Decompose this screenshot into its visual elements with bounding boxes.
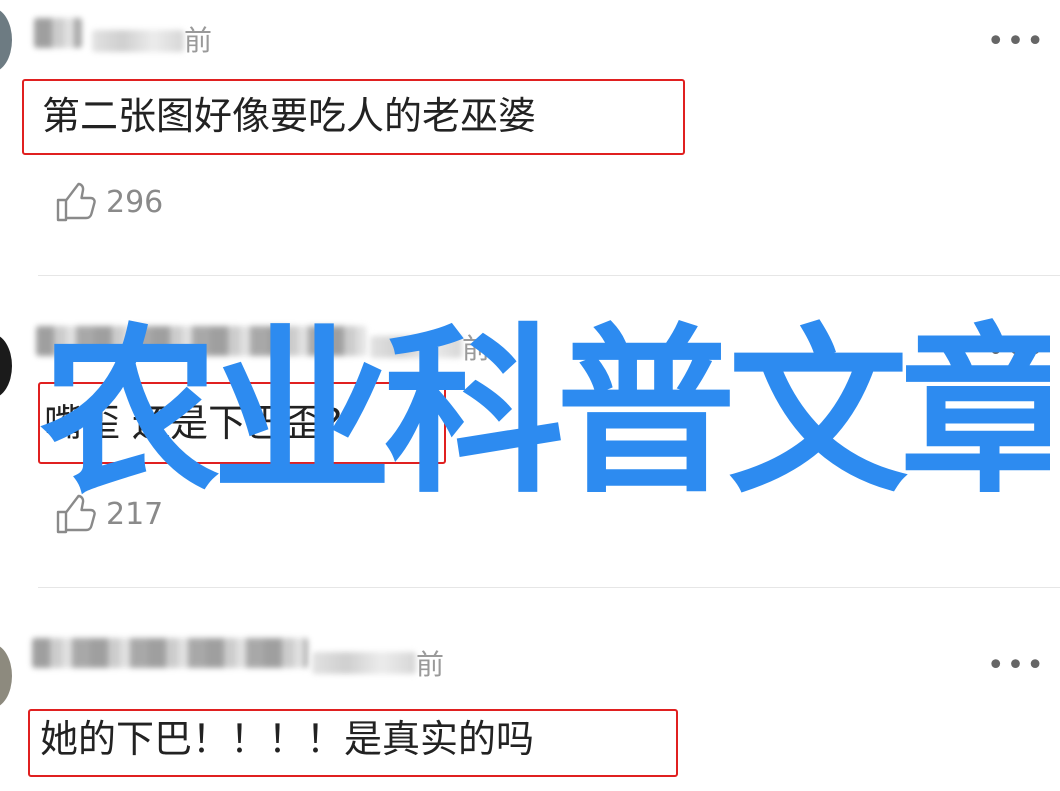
more-options-icon[interactable]: •••	[987, 27, 1046, 57]
avatar[interactable]	[0, 644, 12, 708]
timestamp-suffix: 前	[184, 24, 213, 57]
timestamp-blurred	[92, 30, 184, 52]
avatar[interactable]	[0, 8, 12, 72]
timestamp-blurred	[312, 652, 416, 674]
thumbs-up-icon	[56, 182, 96, 222]
comment-item: 前 ••• 第二张图好像要吃人的老巫婆 296	[0, 0, 1060, 276]
comment-text: 第二张图好像要吃人的老巫婆	[42, 94, 537, 138]
comment-text: 她的下巴！！！！是真实的吗	[40, 717, 535, 761]
more-options-icon[interactable]: •••	[987, 651, 1046, 681]
timestamp-suffix: 前	[416, 648, 445, 681]
username-blurred[interactable]	[34, 18, 82, 48]
watermark-overlay: 农业科普文章	[40, 316, 1050, 512]
username-blurred[interactable]	[32, 638, 308, 668]
like-button[interactable]: 296	[54, 180, 163, 224]
avatar[interactable]	[0, 334, 12, 398]
like-count: 296	[106, 184, 164, 220]
comment-item: 前 ••• 她的下巴！！！！是真实的吗	[0, 588, 1060, 791]
